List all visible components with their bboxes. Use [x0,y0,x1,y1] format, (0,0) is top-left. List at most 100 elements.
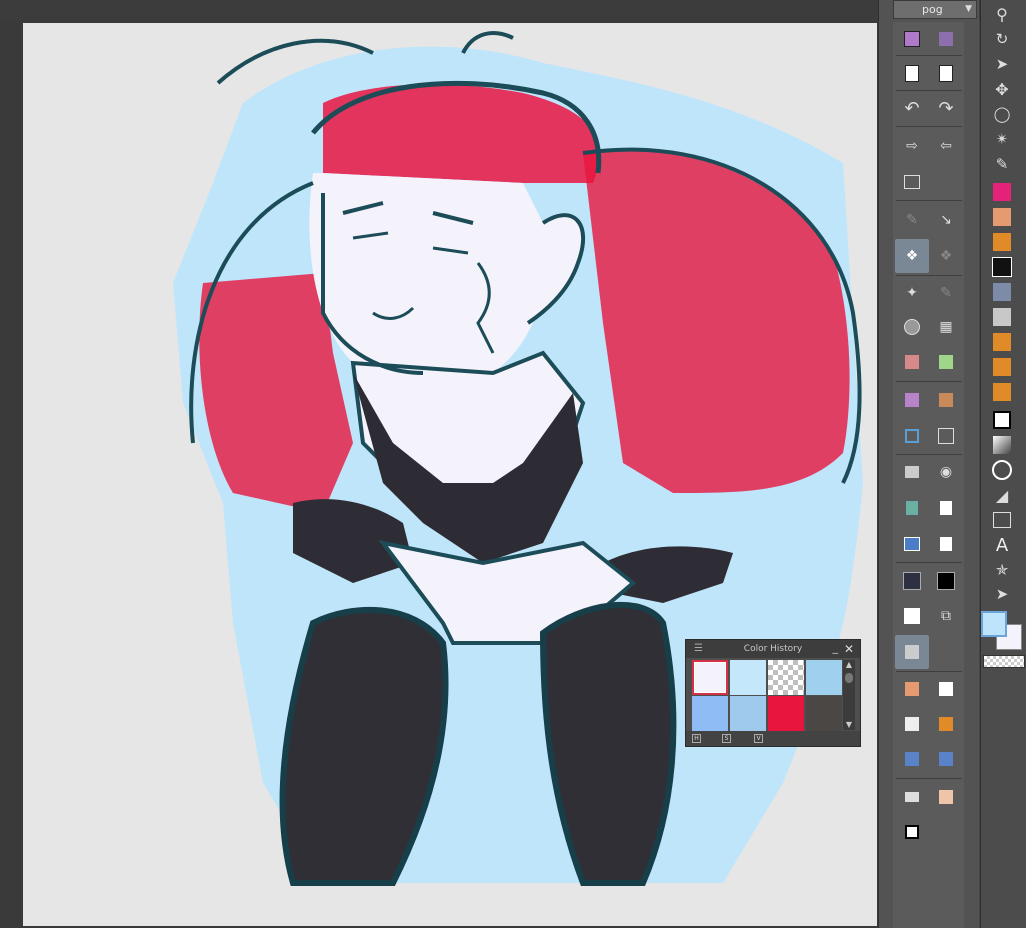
fill-button[interactable] [897,817,927,847]
target-button[interactable] [897,421,927,451]
frame-button[interactable] [931,385,961,415]
lasso-tool[interactable]: ◯ [986,102,1018,126]
auto-select-tool[interactable]: ✴ [986,127,1018,151]
camera-button[interactable]: ◉ [931,457,961,487]
text-tool[interactable]: A [986,533,1018,557]
scrollbar-thumb[interactable] [845,673,853,683]
pen-tool-button[interactable] [897,674,927,704]
export-button[interactable]: ⇨ [897,131,927,161]
pencil-tool[interactable] [986,230,1018,254]
correct-line-tool[interactable]: ➤ [986,582,1018,606]
film-button[interactable] [895,635,929,669]
chevron-up-icon[interactable]: ▲ [843,660,855,670]
move-tool[interactable]: ✥ [986,77,1018,101]
rotate-tool[interactable]: ↻ [986,27,1018,51]
dip-pen-button[interactable] [897,709,927,739]
import-icon: ⇦ [940,138,952,154]
value-label[interactable]: V [754,734,763,743]
dip-pen-tool[interactable] [986,255,1018,279]
redo-button[interactable]: ↷ [931,93,961,123]
eyedropper-icon: ✎ [995,155,1009,173]
close-icon[interactable]: ✕ [844,640,854,658]
transparent-color-swatch[interactable] [983,655,1025,668]
transform-button[interactable]: ↘ [931,205,961,235]
color-swatch[interactable] [768,660,804,695]
menu-icon[interactable]: ☰ [694,640,703,658]
notes-icon [940,537,952,551]
color-swatch[interactable] [692,696,728,731]
decoration-tool[interactable] [986,330,1018,354]
mesh-transform-button[interactable]: ▦ [931,312,961,342]
page-button[interactable] [931,58,961,88]
magic-wand-icon: ✦ [906,285,918,301]
brush-stroke-button[interactable]: ❖ [895,239,929,273]
import-button[interactable]: ⇦ [931,131,961,161]
color-swatch[interactable] [806,696,842,731]
marker-button[interactable] [931,674,961,704]
saturation-label[interactable]: S [722,734,731,743]
mask-button[interactable] [897,347,927,377]
object-tool[interactable]: ➤ [986,52,1018,76]
bookmark-icon [906,501,918,515]
pen-edit-button[interactable]: ✎ [931,278,961,308]
main-color-swatch[interactable] [981,611,1007,637]
subtool-dropdown[interactable]: pog ▼ [893,0,977,19]
animation-button[interactable] [897,457,927,487]
chevron-down-icon[interactable]: ▼ [843,720,855,730]
layer-button[interactable] [897,385,927,415]
eraser-icon [905,792,919,802]
eraser-tool[interactable] [986,355,1018,379]
crop-button[interactable] [931,347,961,377]
save-button[interactable] [897,24,927,54]
notes-button[interactable] [931,529,961,559]
drawing-canvas[interactable] [23,23,877,926]
convert-button[interactable]: ❖ [931,241,961,271]
blend-button[interactable] [897,744,927,774]
sphere-button[interactable] [897,312,927,342]
duplicate-button[interactable]: ⧉ [931,601,961,631]
magic-wand-button[interactable]: ✦ [897,278,927,308]
marker-tool-icon [993,208,1011,226]
eraser-button[interactable] [897,782,927,812]
hue-label[interactable]: H [692,734,701,743]
color-swatch[interactable] [730,696,766,731]
eraser-alt-button[interactable] [931,782,961,812]
eraser-tool-icon [993,358,1011,376]
color-swatch[interactable] [806,660,842,695]
ruler-tool[interactable]: ◢ [986,483,1018,507]
fill-tool[interactable] [986,408,1018,432]
new-page-button[interactable] [897,58,927,88]
eyedropper-tool[interactable]: ✎ [986,152,1018,176]
scrollbar[interactable]: ▲ ▼ [843,660,855,730]
frame-border-tool[interactable] [986,508,1018,532]
bookmark-button[interactable] [897,493,927,523]
document-button[interactable] [931,493,961,523]
airbrush-tool[interactable] [986,305,1018,329]
export-png-button[interactable] [931,24,961,54]
mask-icon [905,355,919,369]
layout-grid-button[interactable] [897,167,927,197]
zoom-tool[interactable]: ⚲ [986,2,1018,26]
dark-color-button[interactable] [897,566,927,596]
black-color-button[interactable] [931,566,961,596]
minimize-icon[interactable]: _ [833,640,839,656]
marker-tool[interactable] [986,205,1018,229]
blend-icon [905,752,919,766]
grid-button[interactable] [897,529,927,559]
blend-tool[interactable] [986,380,1018,404]
gradient-tool[interactable] [986,433,1018,457]
color-swatch[interactable] [730,660,766,695]
erase-selection-button[interactable]: ✎ [897,205,927,235]
tone-button[interactable] [931,744,961,774]
pencil-button[interactable] [931,709,961,739]
balloon-tool[interactable]: ✯ [986,558,1018,582]
color-swatch[interactable] [768,696,804,731]
white-color-button[interactable] [897,601,927,631]
resize-button[interactable] [931,421,961,451]
fill-icon [905,825,919,839]
color-swatch[interactable] [692,660,728,695]
figure-tool[interactable] [986,458,1018,482]
g-pen-tool[interactable] [986,280,1018,304]
undo-button[interactable]: ↶ [897,93,927,123]
pen-tool[interactable] [986,180,1018,204]
